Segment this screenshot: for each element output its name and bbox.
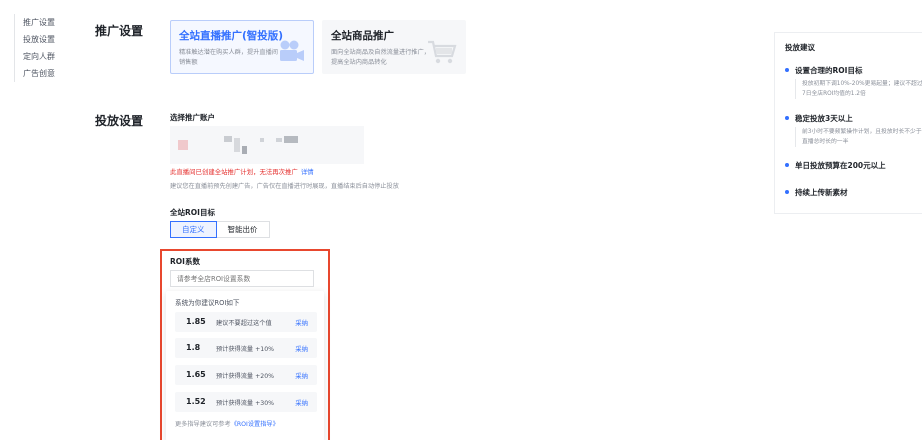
bullet-dot-icon (785, 68, 789, 72)
tip-body: 前3小时不要频繁操作计划，且投放时长不少于直播总时长的一半 (795, 127, 922, 147)
roi-suggestion-value: 1.52 (186, 397, 206, 406)
bullet-dot-icon (785, 190, 789, 194)
account-name-redacted (284, 136, 298, 143)
roi-coef-label: ROI系数 (170, 257, 200, 266)
roi-coef-input[interactable] (170, 270, 314, 287)
left-nav: 推广设置 投放设置 定向人群 广告创意 (14, 14, 55, 82)
roi-suggestion-text: 建议不要超过这个值 (216, 320, 272, 327)
bullet-dot-icon (785, 163, 789, 167)
account-label: 选择推广账户 (170, 113, 215, 122)
tip-head-text: 持续上传新素材 (795, 188, 848, 197)
tip-head-text: 单日投放预算在200元以上 (795, 161, 886, 170)
roi-guide-footer: 更多指导建议可参考《ROI设置指导》 (175, 419, 279, 428)
tip-head: 单日投放预算在200元以上 (785, 160, 922, 171)
roi-suggestion-text: 预计获得流量 +10% (216, 346, 275, 353)
promo-card-live-desc: 精准触达潜在购买人群，提升直播间销售额 (179, 49, 278, 66)
account-warning: 此直播间已创建全站推广计划，无法再次推广 详情 (170, 167, 314, 176)
roi-suggestion-value: 1.65 (186, 370, 206, 379)
roi-suggestion-text: 预计获得流量 +20% (216, 373, 275, 380)
adopt-button[interactable]: 采纳 (295, 371, 308, 380)
roi-suggestion-row[interactable]: 1.8 预计获得流量 +10% 采纳 (175, 338, 317, 358)
adopt-button[interactable]: 采纳 (295, 318, 308, 327)
roi-option-custom[interactable]: 自定义 (170, 221, 217, 238)
tip-body: 投放初期下调10%-20%更易起量；建议不超过7日全店ROI均值的1.2倍 (795, 79, 922, 99)
promo-card-product[interactable]: 全站商品推广 面向全站商品及自然流量进行推广，提高全站内商品转化 (322, 20, 466, 74)
account-name-redacted (224, 136, 232, 142)
tip-item: 持续上传新素材 (785, 187, 922, 198)
roi-target-segmented: 自定义 智能出价 (170, 221, 270, 238)
tip-item: 稳定投放3天以上 前3小时不要频繁操作计划，且投放时长不少于直播总时长的一半 (785, 113, 922, 147)
roi-suggestion-row[interactable]: 1.65 预计获得流量 +20% 采纳 (175, 365, 317, 385)
promo-card-product-desc: 面向全站商品及自然流量进行推广，提高全站内商品转化 (331, 49, 430, 66)
account-hint: 建议您在直播前预先创建广告，广告仅在直播进行时展现，直播结束后自动停止投放 (170, 183, 399, 190)
account-avatar (178, 140, 188, 150)
nav-item-creative[interactable]: 广告创意 (23, 65, 55, 82)
tips-title: 投放建议 (785, 43, 815, 52)
account-name-redacted (276, 138, 282, 142)
account-name-redacted (242, 146, 247, 154)
account-warning-text: 此直播间已创建全站推广计划，无法再次推广 (170, 168, 298, 176)
roi-suggestion-row[interactable]: 1.85 建议不要超过这个值 采纳 (175, 312, 317, 332)
roi-suggestion-value: 1.85 (186, 317, 206, 326)
roi-suggestion-text: 预计获得流量 +30% (216, 400, 275, 407)
nav-item-delivery-settings[interactable]: 投放设置 (23, 31, 55, 48)
adopt-button[interactable]: 采纳 (295, 398, 308, 407)
roi-guide-footer-text: 更多指导建议可参考 (175, 421, 231, 428)
promo-card-live[interactable]: 全站直播推广(智投版) 精准触达潜在购买人群，提升直播间销售额 (170, 20, 314, 74)
roi-suggestion-value: 1.8 (186, 343, 201, 352)
roi-option-smart-bid[interactable]: 智能出价 (216, 221, 270, 238)
tip-head: 设置合理的ROI目标 (785, 65, 922, 76)
delivery-tips-panel: 投放建议 设置合理的ROI目标 投放初期下调10%-20%更易起量；建议不超过7… (774, 32, 922, 214)
roi-target-label: 全站ROI目标 (170, 208, 215, 217)
nav-item-targeting[interactable]: 定向人群 (23, 48, 55, 65)
roi-suggestion-title: 系统为你建议ROI如下 (175, 299, 240, 307)
tip-item: 设置合理的ROI目标 投放初期下调10%-20%更易起量；建议不超过7日全店RO… (785, 65, 922, 99)
tip-item: 单日投放预算在200元以上 (785, 160, 922, 171)
bullet-dot-icon (785, 116, 789, 120)
account-name-redacted (234, 138, 240, 152)
cart-icon (428, 40, 457, 64)
tip-head: 持续上传新素材 (785, 187, 922, 198)
tip-head-text: 稳定投放3天以上 (795, 114, 853, 123)
section-title-promo: 推广设置 (95, 24, 144, 38)
roi-guide-link[interactable]: 《ROI设置指导》 (231, 421, 279, 428)
roi-suggestion-dropdown: 系统为你建议ROI如下 1.85 建议不要超过这个值 采纳 1.8 预计获得流量… (166, 291, 324, 440)
adopt-button[interactable]: 采纳 (295, 344, 308, 353)
tip-head-text: 设置合理的ROI目标 (795, 66, 863, 75)
account-warning-details-link[interactable]: 详情 (301, 168, 314, 176)
tip-head: 稳定投放3天以上 (785, 113, 922, 124)
section-title-delivery: 投放设置 (95, 114, 144, 128)
roi-suggestion-row[interactable]: 1.52 预计获得流量 +30% 采纳 (175, 392, 317, 412)
account-name-redacted (260, 138, 264, 142)
account-selector[interactable] (170, 126, 364, 164)
camera-icon (280, 40, 304, 61)
nav-item-promo-settings[interactable]: 推广设置 (23, 14, 55, 31)
